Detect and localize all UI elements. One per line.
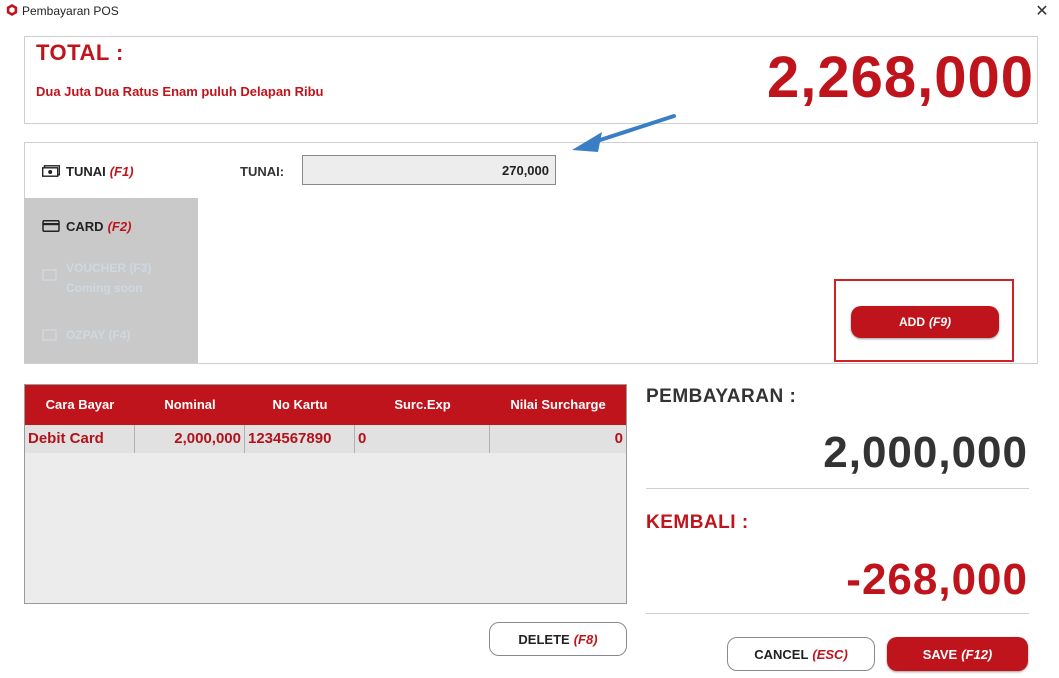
change-amount: -268,000 xyxy=(846,555,1028,604)
add-button-key: (F9) xyxy=(929,315,951,329)
tab-voucher-sub: Coming soon xyxy=(66,281,143,295)
close-icon[interactable]: ✕ xyxy=(1030,0,1054,24)
delete-button[interactable]: DELETE (F8) xyxy=(489,622,627,656)
payment-amount: 2,000,000 xyxy=(823,428,1028,477)
cash-field-label: TUNAI: xyxy=(240,164,285,179)
total-amount: 2,268,000 xyxy=(766,45,1034,110)
annotation-arrow-icon xyxy=(572,114,676,152)
voucher-icon xyxy=(42,269,57,281)
cash-icon xyxy=(42,165,60,177)
add-button-label: ADD xyxy=(899,315,925,329)
table-row[interactable]: Debit Card 2,000,000 1234567890 0 0 xyxy=(25,425,626,453)
title-bar xyxy=(0,0,1059,24)
cell-nilai-surcharge: 0 xyxy=(614,430,623,447)
cancel-button-key: (ESC) xyxy=(812,646,848,662)
payment-table: Cara Bayar Nominal No Kartu Surc.Exp Nil… xyxy=(24,384,627,604)
column-header-cara-bayar[interactable]: Cara Bayar xyxy=(25,385,135,425)
column-header-nilai-surcharge[interactable]: Nilai Surcharge xyxy=(490,385,626,425)
tab-card-label: CARD xyxy=(66,218,104,234)
cancel-button[interactable]: CANCEL (ESC) xyxy=(727,637,875,671)
table-header: Cara Bayar Nominal No Kartu Surc.Exp Nil… xyxy=(25,385,626,425)
tab-voucher: VOUCHER (F3) Coming soon xyxy=(24,258,198,302)
divider xyxy=(646,613,1029,614)
tab-card-key: (F2) xyxy=(107,218,132,234)
delete-button-key: (F8) xyxy=(573,631,598,647)
change-label: KEMBALI : xyxy=(646,512,749,533)
column-header-no-kartu[interactable]: No Kartu xyxy=(245,385,355,425)
save-button-label: SAVE xyxy=(922,646,958,662)
cancel-button-label: CANCEL xyxy=(754,646,809,662)
app-logo-icon xyxy=(6,4,18,16)
tab-ozpay: OZPAY (F4) xyxy=(24,314,198,356)
payment-label: PEMBAYARAN : xyxy=(646,386,797,407)
cash-amount-input[interactable] xyxy=(302,155,556,185)
tab-tunai[interactable]: TUNAI (F1) xyxy=(24,147,198,195)
cell-surc-exp: 0 xyxy=(355,425,490,453)
add-button[interactable]: ADD (F9) xyxy=(851,306,999,338)
tab-tunai-key: (F1) xyxy=(109,163,134,179)
cell-nominal: 2,000,000 xyxy=(135,425,245,453)
total-in-words: Dua Juta Dua Ratus Enam puluh Delapan Ri… xyxy=(36,84,324,99)
window-title: Pembayaran POS xyxy=(22,4,119,18)
tab-ozpay-label: OZPAY (F4) xyxy=(66,328,131,342)
cell-no-kartu: 1234567890 xyxy=(245,425,355,453)
tab-voucher-label: VOUCHER (F3) xyxy=(66,261,152,275)
tab-card[interactable]: CARD (F2) xyxy=(24,202,198,250)
delete-button-label: DELETE xyxy=(518,631,570,647)
card-icon xyxy=(42,220,60,232)
ozpay-icon xyxy=(42,329,57,341)
divider xyxy=(646,488,1029,489)
cell-cara-bayar: Debit Card xyxy=(25,425,135,453)
tab-tunai-label: TUNAI xyxy=(66,163,106,179)
column-header-nominal[interactable]: Nominal xyxy=(135,385,245,425)
column-header-surc-exp[interactable]: Surc.Exp xyxy=(355,385,490,425)
save-button-key: (F12) xyxy=(961,646,993,662)
save-button[interactable]: SAVE (F12) xyxy=(887,637,1028,671)
total-label: TOTAL : xyxy=(36,40,124,65)
